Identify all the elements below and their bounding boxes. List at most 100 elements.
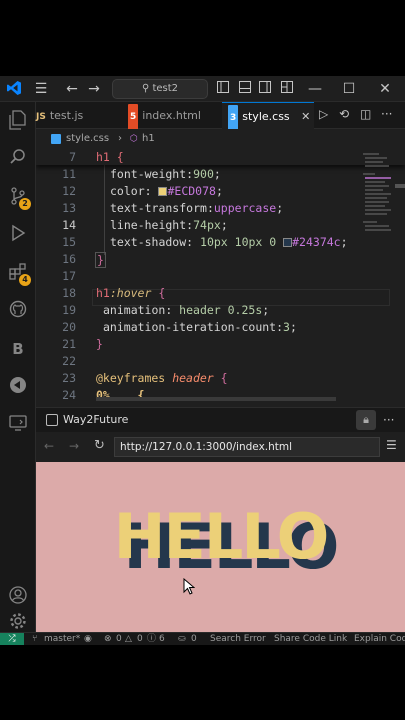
tab-index-html[interactable]: 5 index.html bbox=[128, 102, 220, 131]
account-icon[interactable] bbox=[7, 586, 29, 608]
close-icon[interactable]: ✕ bbox=[378, 80, 392, 98]
open-changes-icon[interactable]: ⟲ bbox=[339, 107, 349, 121]
line-number: 21 bbox=[62, 337, 76, 351]
tab-style-css[interactable]: 3 style.css ✕ bbox=[222, 102, 314, 132]
arrow-right-icon[interactable]: → bbox=[86, 80, 102, 98]
ports-icon: ⛀ bbox=[178, 634, 186, 644]
minimize-icon[interactable]: — bbox=[308, 80, 322, 98]
breadcrumb-separator: › bbox=[118, 133, 122, 144]
command-center-search[interactable]: ⚲ test2 bbox=[112, 79, 208, 99]
arrow-right-icon[interactable]: → bbox=[69, 439, 79, 453]
css-property: text-transform bbox=[110, 201, 207, 215]
bootstrap-icon[interactable]: B bbox=[7, 338, 29, 360]
browser-icon bbox=[46, 414, 58, 426]
browser-toolbar: ← → ↻ http://127.0.0.1:3000/index.html ☰ bbox=[36, 432, 405, 462]
activity-bar: 2 4 B bbox=[0, 102, 36, 632]
arrow-left-icon[interactable]: ← bbox=[64, 80, 80, 98]
line-number: 19 bbox=[62, 303, 76, 317]
code-line: h1:hover { bbox=[96, 286, 165, 300]
github-icon[interactable] bbox=[7, 300, 29, 322]
warning-icon: △ bbox=[125, 634, 132, 644]
source-control-badge: 2 bbox=[19, 198, 31, 210]
css-pseudo: :hover bbox=[109, 286, 152, 300]
arrow-left-icon[interactable]: ← bbox=[44, 439, 54, 453]
horizontal-scrollbar[interactable] bbox=[96, 397, 336, 401]
css-property: font-weight bbox=[110, 167, 187, 181]
css-property: color bbox=[110, 184, 145, 198]
code-editor[interactable]: 11 font-weight:900; 12 color: #ECD078; 1… bbox=[36, 149, 405, 407]
run-debug-icon[interactable] bbox=[7, 224, 29, 246]
code-line: color: #ECD078; bbox=[110, 184, 223, 198]
live-share-icon[interactable] bbox=[7, 376, 29, 398]
reload-icon[interactable]: ↻ bbox=[94, 438, 105, 453]
hamburger-menu-icon[interactable]: ☰ bbox=[386, 438, 397, 452]
javascript-file-icon: JS bbox=[36, 112, 46, 122]
css-value: 3 bbox=[283, 320, 290, 334]
lock-icon[interactable]: 🔒︎ bbox=[356, 410, 376, 430]
line-number: 7 bbox=[69, 150, 76, 164]
explorer-icon[interactable] bbox=[7, 110, 29, 132]
browser-viewport[interactable]: HELLO bbox=[36, 462, 405, 632]
close-tab-icon[interactable]: ✕ bbox=[301, 110, 310, 123]
browser-preview-panel: Way2Future 🔒︎ ··· ← → ↻ http://127.0.0.1… bbox=[36, 407, 405, 632]
code-line: } bbox=[96, 337, 103, 351]
run-file-icon[interactable]: ▷ bbox=[319, 107, 328, 121]
css-file-icon: 3 bbox=[228, 105, 239, 132]
line-number: 15 bbox=[62, 235, 76, 249]
css-brace: { bbox=[213, 371, 228, 385]
error-icon: ⊗ bbox=[104, 634, 112, 644]
code-line: h1 { bbox=[96, 150, 124, 164]
split-editor-icon[interactable]: ◫ bbox=[360, 107, 371, 121]
line-number: 23 bbox=[62, 371, 76, 385]
status-item[interactable]: Explain Cod bbox=[354, 633, 405, 645]
breadcrumb-file[interactable]: style.css bbox=[66, 129, 109, 149]
settings-icon[interactable] bbox=[7, 612, 29, 634]
mouse-cursor-icon bbox=[183, 578, 195, 595]
url-input[interactable]: http://127.0.0.1:3000/index.html bbox=[114, 437, 380, 457]
css-value: #ECD078 bbox=[167, 184, 216, 198]
css-property: text-shadow bbox=[110, 235, 187, 249]
minimap[interactable] bbox=[361, 149, 395, 407]
ports-count[interactable]: 0 bbox=[191, 633, 197, 645]
css-property: animation-iteration-count bbox=[103, 320, 277, 334]
error-count[interactable]: 0 bbox=[116, 633, 122, 645]
maximize-icon[interactable]: ☐ bbox=[342, 80, 356, 98]
git-branch[interactable]: master* bbox=[44, 633, 80, 645]
line-number: 13 bbox=[62, 201, 76, 215]
toggle-secondary-sidebar-icon[interactable] bbox=[258, 80, 272, 98]
git-branch-icon: ⑂ bbox=[32, 634, 38, 644]
css-value: uppercase bbox=[213, 201, 277, 215]
sticky-scroll-header[interactable]: 7 h1 { bbox=[36, 149, 405, 165]
search-icon[interactable] bbox=[7, 148, 29, 170]
css-at-rule: @keyframes bbox=[96, 371, 166, 385]
status-item[interactable]: Search Error bbox=[210, 633, 266, 645]
tab-test-js[interactable]: JS test.js bbox=[36, 102, 108, 129]
breadcrumb-symbol[interactable]: h1 bbox=[142, 129, 155, 149]
line-number: 20 bbox=[62, 320, 76, 334]
breadcrumb: style.css › ⬡ h1 bbox=[36, 129, 405, 149]
more-actions-icon[interactable]: ··· bbox=[383, 413, 394, 427]
browser-panel-title[interactable]: Way2Future bbox=[63, 413, 128, 426]
code-line: line-height:74px; bbox=[110, 218, 228, 232]
info-count[interactable]: 6 bbox=[159, 633, 165, 645]
hello-heading[interactable]: HELLO bbox=[36, 500, 405, 573]
color-swatch[interactable] bbox=[283, 238, 293, 247]
info-icon: ⓘ bbox=[147, 634, 157, 644]
toggle-panel-icon[interactable] bbox=[238, 80, 252, 98]
code-line: font-weight:900; bbox=[110, 167, 221, 181]
toggle-primary-sidebar-icon[interactable] bbox=[216, 80, 230, 98]
vertical-scrollbar[interactable] bbox=[395, 184, 405, 188]
code-line: } bbox=[95, 252, 106, 268]
customize-layout-icon[interactable] bbox=[280, 80, 294, 98]
remote-explorer-icon[interactable] bbox=[7, 414, 29, 436]
status-item[interactable]: Share Code Link bbox=[274, 633, 347, 645]
title-bar: ☰ ← → ⚲ test2 — ☐ ✕ bbox=[0, 76, 405, 102]
symbol-icon: ⬡ bbox=[130, 134, 138, 144]
more-actions-icon[interactable]: ··· bbox=[381, 107, 392, 121]
line-number: 14 bbox=[62, 218, 76, 232]
hamburger-menu-icon[interactable]: ☰ bbox=[33, 80, 49, 98]
warning-count[interactable]: 0 bbox=[137, 633, 143, 645]
css-brace: { bbox=[151, 286, 166, 300]
remote-indicator-icon[interactable]: ⤮ bbox=[0, 633, 24, 645]
vscode-logo-icon bbox=[6, 80, 22, 98]
